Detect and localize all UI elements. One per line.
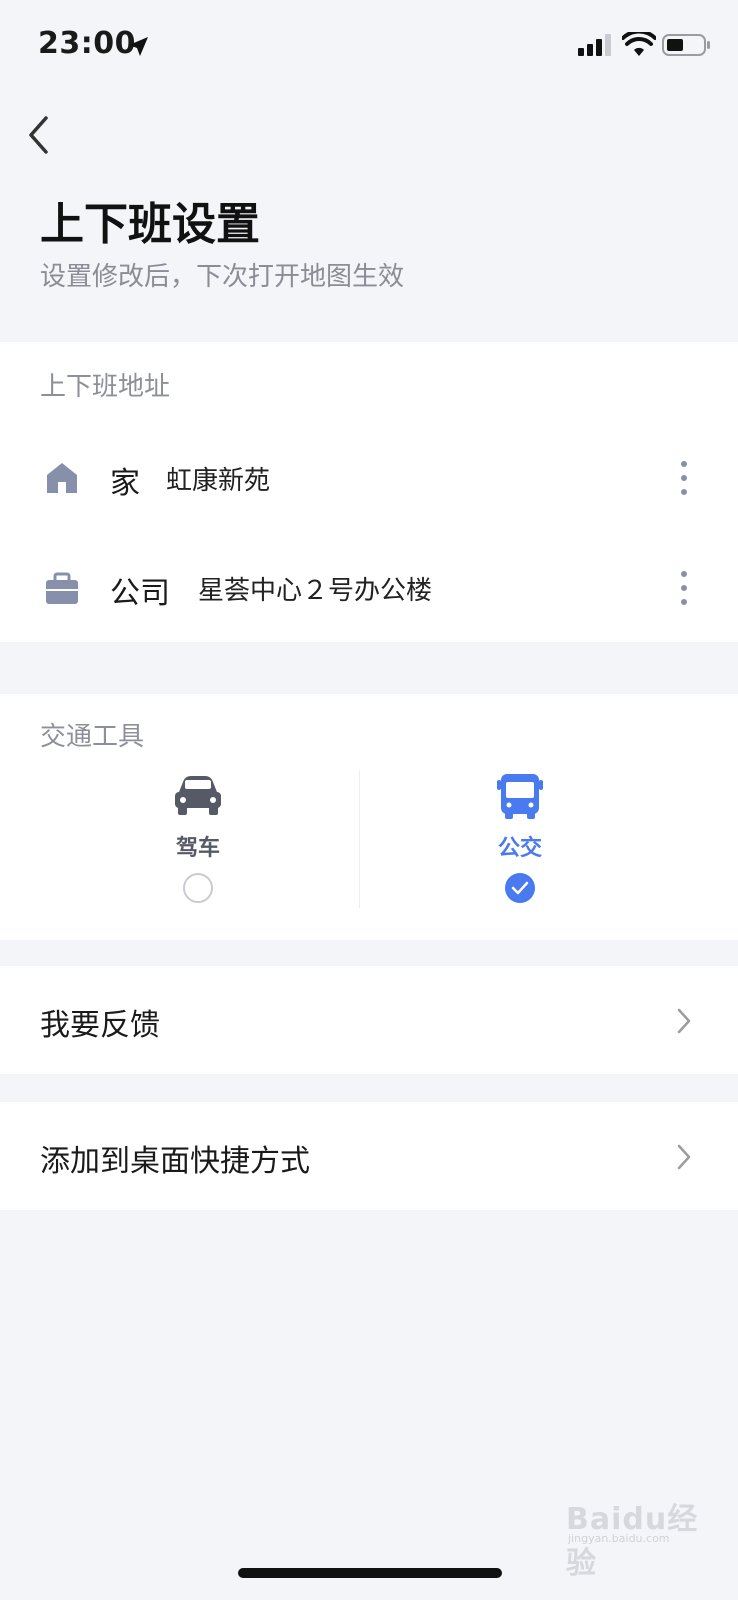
home-address-value: 虹康新苑 <box>166 466 271 496</box>
back-button[interactable] <box>22 110 62 160</box>
cellular-signal-icon <box>578 34 611 56</box>
home-indicator[interactable] <box>238 1568 502 1578</box>
watermark-subtext: jingyan.baidu.com <box>568 1532 670 1545</box>
more-vertical-icon[interactable] <box>672 458 696 498</box>
chevron-right-icon <box>677 1008 691 1034</box>
transport-option-bus[interactable]: 公交 <box>340 774 700 914</box>
watermark: Baidu经验 jingyan.baidu.com <box>566 1490 726 1581</box>
home-icon <box>47 463 77 493</box>
transport-label-car: 驾车 <box>175 836 220 861</box>
battery-icon <box>662 34 710 56</box>
home-label: 家 <box>110 466 140 501</box>
company-label: 公司 <box>110 576 170 611</box>
transport-label-bus: 公交 <box>497 836 542 861</box>
transport-option-car[interactable]: 驾车 <box>18 774 378 914</box>
address-card: 上下班地址 家 虹康新苑 公司 星荟中心２号办公楼 <box>0 342 738 642</box>
transport-card: 交通工具 驾车 公交 <box>0 694 738 940</box>
more-vertical-icon[interactable] <box>672 568 696 608</box>
bus-icon <box>497 774 543 819</box>
company-address-value: 星荟中心２号办公楼 <box>198 576 433 606</box>
add-shortcut-row[interactable]: 添加到桌面快捷方式 <box>0 1102 738 1210</box>
chevron-right-icon <box>677 1144 691 1170</box>
add-shortcut-label: 添加到桌面快捷方式 <box>40 1144 310 1179</box>
page-subtitle: 设置修改后，下次打开地图生效 <box>40 262 405 292</box>
radio-checked-icon[interactable] <box>504 872 536 904</box>
status-bar: 23:00 <box>0 0 738 90</box>
address-section-label: 上下班地址 <box>40 372 171 402</box>
status-time: 23:00 <box>38 26 136 61</box>
car-icon <box>175 776 221 815</box>
wifi-icon <box>622 32 656 56</box>
briefcase-icon <box>46 572 78 604</box>
location-arrow-icon <box>129 37 148 56</box>
transport-section-label: 交通工具 <box>40 722 145 752</box>
feedback-label: 我要反馈 <box>40 1008 160 1043</box>
company-address-row[interactable]: 公司 星荟中心２号办公楼 <box>0 548 738 628</box>
home-address-row[interactable]: 家 虹康新苑 <box>0 438 738 518</box>
feedback-row[interactable]: 我要反馈 <box>0 966 738 1074</box>
radio-unchecked-icon[interactable] <box>182 872 214 904</box>
page-title: 上下班设置 <box>40 199 260 250</box>
